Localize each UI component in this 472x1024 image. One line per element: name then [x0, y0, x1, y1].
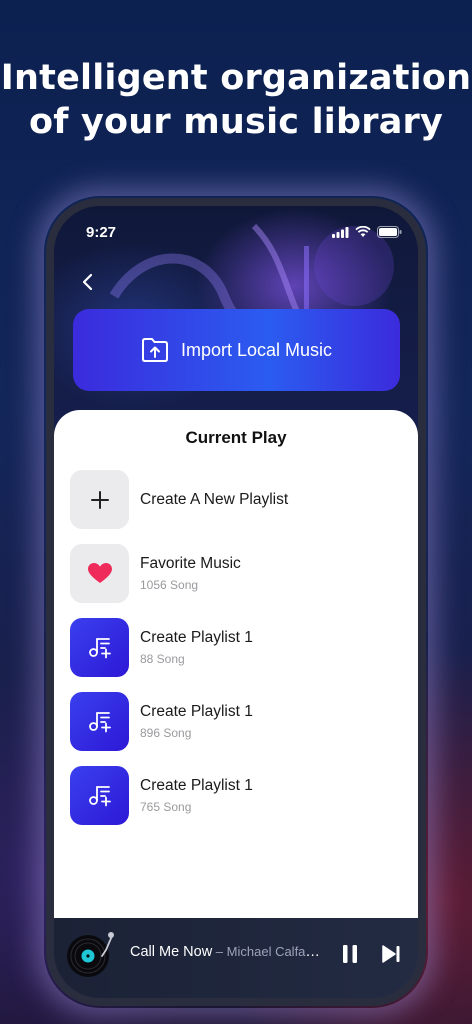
battery-icon	[377, 226, 402, 238]
playlist-add-icon	[88, 785, 111, 806]
playlist-sheet: Current Play Create A New Playlist Favor…	[54, 410, 418, 930]
wifi-icon	[355, 226, 371, 237]
import-local-music-button[interactable]: Import Local Music	[73, 309, 400, 391]
signal-icon	[332, 226, 349, 238]
create-playlist-thumb	[70, 470, 129, 529]
track-title: Call Me Now	[130, 944, 213, 960]
playlist-item[interactable]: Create Playlist 1 88 Song	[70, 618, 400, 678]
folder-upload-icon	[141, 338, 168, 362]
item-song-count: 88 Song	[140, 652, 185, 666]
track-separator: –	[212, 944, 227, 959]
item-song-count: 896 Song	[140, 726, 192, 740]
playlist-item[interactable]: Create Playlist 1 765 Song	[70, 766, 400, 826]
chevron-left-icon[interactable]	[78, 272, 98, 292]
playlist-thumb	[70, 766, 129, 825]
track-artist: Michael Calfan/...	[226, 944, 326, 959]
item-title: Create Playlist 1	[140, 629, 253, 646]
playlist-add-icon	[88, 637, 111, 658]
phone-screen: 9:27 Import Local Music Current Play Cre…	[54, 206, 418, 998]
import-button-label: Import Local Music	[180, 339, 333, 360]
pause-icon[interactable]	[340, 943, 360, 965]
item-song-count: 765 Song	[140, 800, 192, 814]
headline-line-2: of your music library	[28, 102, 444, 142]
status-bar: 9:27	[54, 222, 418, 244]
headline: Intelligent organization of your music l…	[0, 56, 472, 144]
status-time: 9:27	[86, 224, 117, 241]
heart-icon	[87, 563, 112, 583]
playlist-thumb	[70, 692, 129, 751]
skip-next-icon[interactable]	[380, 943, 402, 965]
item-title: Create Playlist 1	[140, 703, 253, 720]
item-song-count: 1056 Song	[140, 578, 199, 592]
playlist-thumb	[70, 618, 129, 677]
sheet-title: Current Play	[185, 428, 287, 447]
phone-frame: 9:27 Import Local Music Current Play Cre…	[46, 198, 426, 1006]
item-title: Create A New Playlist	[140, 491, 289, 508]
favorite-music-item[interactable]: Favorite Music 1056 Song	[70, 544, 400, 604]
headline-line-1: Intelligent organization	[0, 58, 472, 98]
playlist-item[interactable]: Create Playlist 1 896 Song	[70, 692, 400, 752]
playlist-add-icon	[88, 711, 111, 732]
favorite-thumb	[70, 544, 129, 603]
vinyl-disc-icon	[67, 932, 114, 977]
item-title: Favorite Music	[140, 555, 241, 572]
now-playing-text: Call Me Now – Michael Calfan/...	[130, 944, 326, 964]
plus-icon	[90, 490, 109, 509]
mini-player[interactable]: Call Me Now – Michael Calfan/...	[54, 918, 418, 998]
create-new-playlist-item[interactable]: Create A New Playlist	[70, 470, 400, 530]
item-title: Create Playlist 1	[140, 777, 253, 794]
